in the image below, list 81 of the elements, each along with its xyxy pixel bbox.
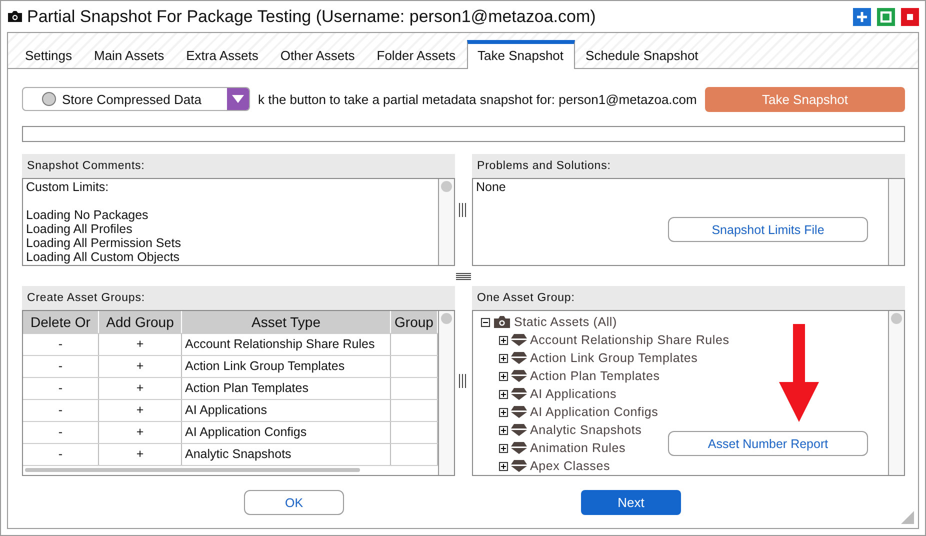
tree-toggle-icon[interactable]: [499, 462, 508, 470]
delete-cell[interactable]: -: [23, 356, 99, 377]
add-cell[interactable]: +: [99, 400, 182, 421]
ok-button[interactable]: OK: [244, 490, 344, 515]
tree-item[interactable]: Apex Classes: [530, 459, 610, 473]
resize-grip-icon[interactable]: [901, 511, 914, 524]
gem-icon: [511, 352, 527, 364]
dropdown[interactable]: Store Compressed Data: [22, 87, 250, 111]
gem-icon: [511, 388, 527, 400]
tree-item[interactable]: Action Plan Templates: [530, 369, 660, 383]
add-cell[interactable]: +: [99, 422, 182, 443]
tree-item[interactable]: AI Applications: [530, 387, 616, 401]
table-cell: Account Relationship Share Rules: [182, 334, 391, 355]
comments-area[interactable]: Custom Limits: Loading No Packages Loading All Profiles Loading All Permission Sets Loading All Custom Objects: [22, 178, 455, 266]
window-title: Partial Snapshot For Package Testing (Username: person1@metazoa.com): [27, 6, 596, 26]
camera-icon: [493, 315, 511, 329]
delete-cell[interactable]: -: [23, 444, 99, 465]
delete-cell[interactable]: -: [23, 334, 99, 355]
tab[interactable]: Settings: [14, 42, 83, 68]
delete-cell[interactable]: -: [23, 378, 99, 399]
tree-toggle-icon[interactable]: [499, 336, 508, 344]
gem-icon: [511, 442, 527, 454]
camera-icon: [7, 10, 23, 23]
tab[interactable]: Take Snapshot: [466, 40, 575, 69]
table-cell: AI Application Configs: [182, 422, 391, 443]
tree-toggle-icon[interactable]: [499, 444, 508, 452]
caret-icon[interactable]: [227, 88, 249, 110]
tree-toggle-icon[interactable]: [499, 390, 508, 398]
table-cell: Analytic Snapshots: [182, 444, 391, 465]
horizontal-scrollbar[interactable]: [25, 468, 360, 472]
tree-toggle-icon[interactable]: [481, 318, 490, 326]
gem-icon: [511, 406, 527, 418]
splitter-handle-icon[interactable]: [456, 272, 471, 280]
tab[interactable]: Schedule Snapshot: [574, 42, 710, 68]
gem-icon: [511, 370, 527, 382]
tab[interactable]: Folder Assets: [366, 42, 467, 68]
add-cell[interactable]: +: [99, 356, 182, 377]
section-header: Create Asset Groups:: [22, 286, 455, 310]
delete-cell[interactable]: -: [23, 400, 99, 421]
tab[interactable]: Other Assets: [269, 42, 366, 68]
tree-toggle-icon[interactable]: [499, 408, 508, 416]
tree-toggle-icon[interactable]: [499, 426, 508, 434]
snapshot-limits-file-button[interactable]: Snapshot Limits File: [668, 217, 868, 242]
section-header: Snapshot Comments:: [22, 154, 455, 178]
vertical-scrollbar[interactable]: [888, 311, 904, 475]
tree-item[interactable]: Account Relationship Share Rules: [530, 333, 730, 347]
tab[interactable]: Main Assets: [82, 42, 176, 68]
tree-item[interactable]: Animation Rules: [530, 441, 626, 455]
asset-number-report-button[interactable]: Asset Number Report: [668, 431, 868, 456]
tree-item[interactable]: AI Application Configs: [530, 405, 658, 419]
gem-icon: [511, 334, 527, 346]
table-cell: Action Link Group Templates: [182, 356, 391, 377]
next-button[interactable]: Next: [581, 490, 681, 515]
circle-icon: [42, 92, 56, 106]
section-header: Problems and Solutions:: [472, 154, 905, 178]
add-cell[interactable]: +: [99, 444, 182, 465]
close-icon[interactable]: [901, 8, 919, 26]
vertical-scrollbar[interactable]: [888, 179, 904, 265]
tree-item[interactable]: Action Link Group Templates: [530, 351, 698, 365]
table-cell: Action Plan Templates: [182, 378, 391, 399]
table-cell: AI Applications: [182, 400, 391, 421]
maximize-icon[interactable]: [877, 8, 895, 26]
delete-cell[interactable]: -: [23, 422, 99, 443]
add-icon[interactable]: [853, 8, 871, 26]
tree-item[interactable]: Static Assets (All): [514, 315, 617, 329]
tree-toggle-icon[interactable]: [499, 354, 508, 362]
gem-icon: [511, 424, 527, 436]
tree-toggle-icon[interactable]: [499, 372, 508, 380]
tree-item[interactable]: Analytic Snapshots: [530, 423, 642, 437]
column-header: Add Group: [99, 311, 182, 333]
problems-area[interactable]: None Snapshot Limits File: [472, 178, 905, 266]
section-header: One Asset Group:: [472, 286, 905, 310]
add-cell[interactable]: +: [99, 378, 182, 399]
vertical-scrollbar[interactable]: [438, 179, 454, 265]
add-cell[interactable]: +: [99, 334, 182, 355]
instruction-text: k the button to take a partial metadata snapshot for: person1@metazoa.com: [258, 92, 697, 106]
tab[interactable]: Extra Assets: [175, 42, 270, 68]
column-header: Asset Type: [182, 311, 391, 333]
gem-icon: [511, 460, 527, 472]
vertical-scrollbar[interactable]: [438, 311, 454, 475]
column-header: Delete Or: [23, 311, 99, 333]
